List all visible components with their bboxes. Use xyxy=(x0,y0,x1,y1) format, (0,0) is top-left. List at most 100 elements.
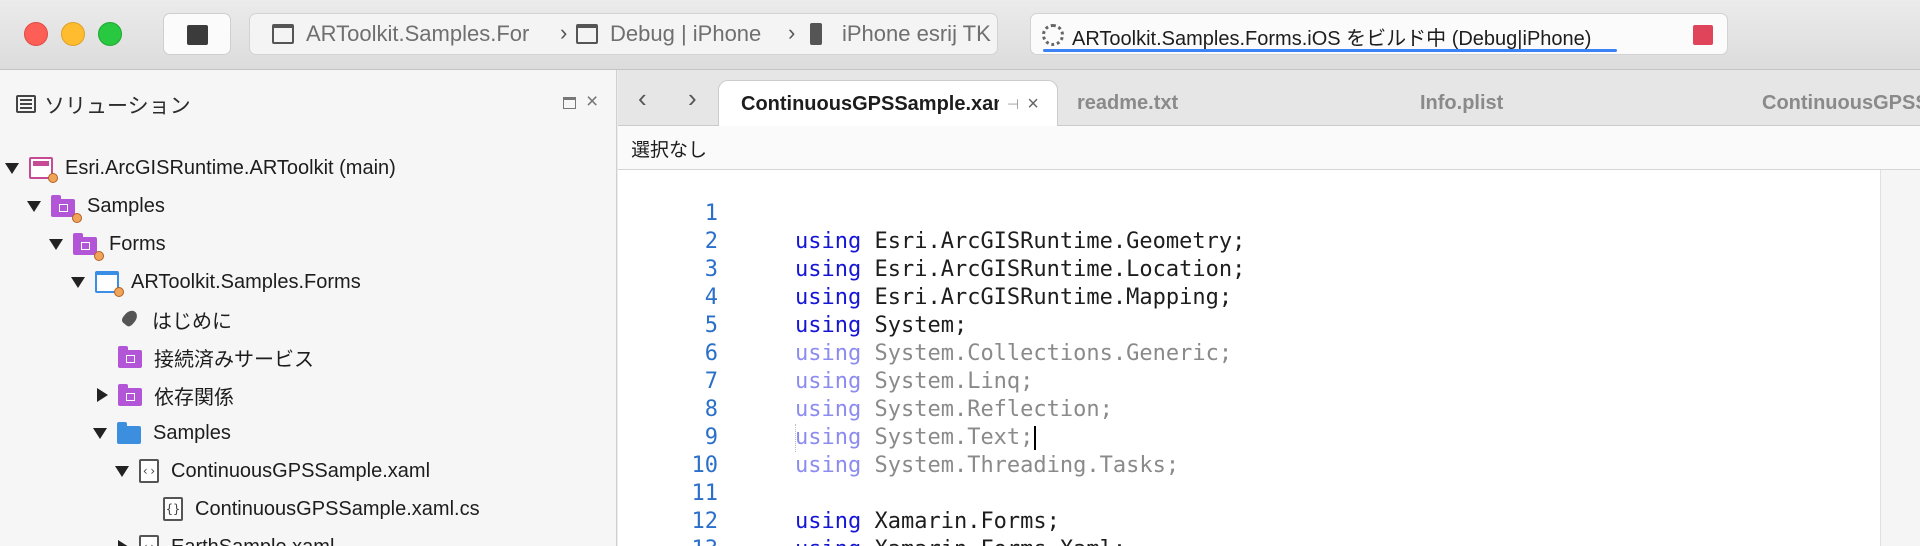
code-line[interactable]: 12 using Xamarin.Forms.Xaml; xyxy=(618,480,1880,546)
solution-pane: ソリューション × Esri.ArcGISRuntime.ARToolkit (… xyxy=(0,70,617,546)
main-toolbar: ARToolkit.Samples.Forms.iOS › Debug | iP… xyxy=(0,0,1920,70)
folder-icon xyxy=(117,422,141,444)
solution-pane-title: ソリューション xyxy=(44,95,191,118)
code-line[interactable]: 8 using System.Text; xyxy=(618,368,1880,450)
disclosure-down-icon[interactable] xyxy=(27,200,41,212)
build-config-selector[interactable]: Debug | iPhone xyxy=(576,14,786,54)
tree-item-samples-subfolder[interactable]: Samples xyxy=(93,414,231,452)
solution-pane-header: ソリューション × xyxy=(0,70,616,136)
code-line[interactable]: 4 using System; xyxy=(618,256,1880,338)
solution-folder-icon xyxy=(73,233,104,261)
code-line[interactable]: 10 xyxy=(618,424,1880,478)
tree-item-continuous-gps-cs[interactable]: {} ContinuousGPSSample.xaml.cs xyxy=(163,490,480,528)
tab-label: readme.txt xyxy=(1077,91,1179,114)
tree-item-label: ARToolkit.Samples.Forms xyxy=(131,270,361,293)
indent-guide xyxy=(795,424,796,452)
breadcrumb-label: 選択なし xyxy=(631,140,708,161)
device-label: iPhone esrij TK xyxy=(842,21,991,46)
window-minimize-button[interactable] xyxy=(61,22,85,46)
back-arrow-icon[interactable]: ‹ xyxy=(638,83,647,114)
tree-item-continuous-gps-xaml[interactable]: ‹› ContinuousGPSSample.xaml xyxy=(115,452,430,490)
editor-tab-bar: ‹ › ContinuousGPSSample.xaml.cs ⊣ × read… xyxy=(618,70,1920,127)
spinner-icon xyxy=(1042,24,1064,46)
pin-icon[interactable]: ⊣ xyxy=(1007,96,1019,113)
tab-continuous-gps-xaml[interactable]: ContinuousGPSSample.xaml xyxy=(1740,80,1920,126)
window-icon xyxy=(576,24,598,44)
tree-item-dependencies[interactable]: 依存関係 xyxy=(94,376,234,414)
project-selector-label: ARToolkit.Samples.Forms.iOS xyxy=(306,21,530,46)
breadcrumb[interactable]: 選択なし xyxy=(618,126,1920,170)
code-line[interactable]: 1 using Esri.ArcGISRuntime.Geometry; xyxy=(618,172,1880,254)
tab-continuous-gps-cs[interactable]: ContinuousGPSSample.xaml.cs ⊣ × xyxy=(718,80,1058,127)
solution-project-icon xyxy=(29,157,58,183)
close-pane-button[interactable]: × xyxy=(586,90,598,114)
stop-icon xyxy=(187,25,208,45)
code-line[interactable]: 13 xyxy=(618,508,1880,546)
tree-item-label: ContinuousGPSSample.xaml xyxy=(171,459,431,482)
disclosure-right-icon[interactable] xyxy=(97,388,108,402)
code-line[interactable]: 11 using Xamarin.Forms; xyxy=(618,452,1880,534)
tab-readme[interactable]: readme.txt xyxy=(1055,80,1355,126)
tree-item-solution[interactable]: Esri.ArcGISRuntime.ARToolkit (main) xyxy=(5,149,396,187)
device-selector[interactable]: iPhone esrij TK xyxy=(810,14,997,54)
forward-arrow-icon[interactable]: › xyxy=(688,83,697,114)
tab-label: ContinuousGPSSample.xaml xyxy=(1762,91,1920,114)
disclosure-down-icon[interactable] xyxy=(93,427,107,439)
status-badge-icon xyxy=(94,251,104,261)
close-tab-icon[interactable]: × xyxy=(1027,93,1039,116)
keyword: using xyxy=(795,537,861,546)
code-line[interactable]: 7 using System.Reflection; xyxy=(618,340,1880,422)
window-maximize-button[interactable] xyxy=(98,22,122,46)
rocket-icon xyxy=(118,308,140,330)
project-window-icon xyxy=(95,271,124,297)
tree-item-forms-folder[interactable]: Forms xyxy=(49,225,166,263)
window-icon xyxy=(272,24,294,44)
status-badge-icon xyxy=(48,173,58,183)
solution-icon xyxy=(16,95,36,113)
disclosure-down-icon[interactable] xyxy=(71,276,85,288)
tree-item-getting-started[interactable]: はじめに xyxy=(118,300,232,338)
code-line[interactable]: 6 using System.Linq; xyxy=(618,312,1880,394)
xaml-file-icon: ‹› xyxy=(139,459,159,483)
disclosure-down-icon[interactable] xyxy=(5,162,19,174)
disclosure-right-icon[interactable] xyxy=(118,540,129,546)
build-status-bar: ARToolkit.Samples.Forms.iOS をビルド中 (Debug… xyxy=(1030,13,1728,55)
tree-item-label: Esri.ArcGISRuntime.ARToolkit (main) xyxy=(65,156,396,179)
cs-file-icon: {} xyxy=(163,497,183,521)
chevron-right-icon: › xyxy=(560,20,568,45)
tree-item-label: 依存関係 xyxy=(154,386,234,409)
tree-item-label: EarthSample.xaml xyxy=(171,536,334,546)
tab-info-plist[interactable]: Info.plist xyxy=(1398,80,1698,126)
chevron-right-icon: › xyxy=(788,20,796,45)
line-number: 13 xyxy=(618,536,719,546)
code-editor[interactable]: 1 using Esri.ArcGISRuntime.Geometry; 2 u… xyxy=(618,170,1880,546)
disclosure-down-icon[interactable] xyxy=(115,465,129,477)
tree-item-forms-project[interactable]: ARToolkit.Samples.Forms xyxy=(71,263,361,301)
iphone-icon xyxy=(810,23,822,45)
editor-scrollbar[interactable] xyxy=(1880,170,1920,546)
window-close-button[interactable] xyxy=(24,22,48,46)
tree-item-samples-folder[interactable]: Samples xyxy=(27,187,165,225)
tree-item-connected-services[interactable]: 接続済みサービス xyxy=(118,338,314,376)
maximize-pane-button[interactable] xyxy=(563,97,576,109)
dependencies-icon xyxy=(118,384,142,406)
project-selector[interactable]: ARToolkit.Samples.Forms.iOS xyxy=(272,14,530,54)
code-line[interactable]: 3 using Esri.ArcGISRuntime.Mapping; xyxy=(618,228,1880,310)
run-configuration-selector: ARToolkit.Samples.Forms.iOS › Debug | iP… xyxy=(249,13,998,55)
tree-item-earth-sample-xaml[interactable]: ‹› EarthSample.xaml xyxy=(115,528,334,546)
tree-item-label: Forms xyxy=(109,232,166,255)
build-config-label: Debug | iPhone xyxy=(610,21,762,46)
status-badge-icon xyxy=(72,213,82,223)
tree-item-label: Samples xyxy=(153,421,231,444)
status-badge-icon xyxy=(114,287,124,297)
connected-services-icon xyxy=(118,346,142,368)
xaml-file-icon: ‹› xyxy=(139,535,159,546)
stop-build-button[interactable] xyxy=(163,13,231,55)
build-progress-bar xyxy=(1043,49,1617,52)
code-line[interactable]: 9 using System.Threading.Tasks; xyxy=(618,396,1880,478)
code-line[interactable]: 2 using Esri.ArcGISRuntime.Location; xyxy=(618,200,1880,282)
disclosure-down-icon[interactable] xyxy=(49,238,63,250)
namespace: Xamarin.Forms.Xaml; xyxy=(861,537,1126,546)
code-line[interactable]: 5 using System.Collections.Generic; xyxy=(618,284,1880,366)
cancel-build-button[interactable] xyxy=(1693,25,1713,45)
